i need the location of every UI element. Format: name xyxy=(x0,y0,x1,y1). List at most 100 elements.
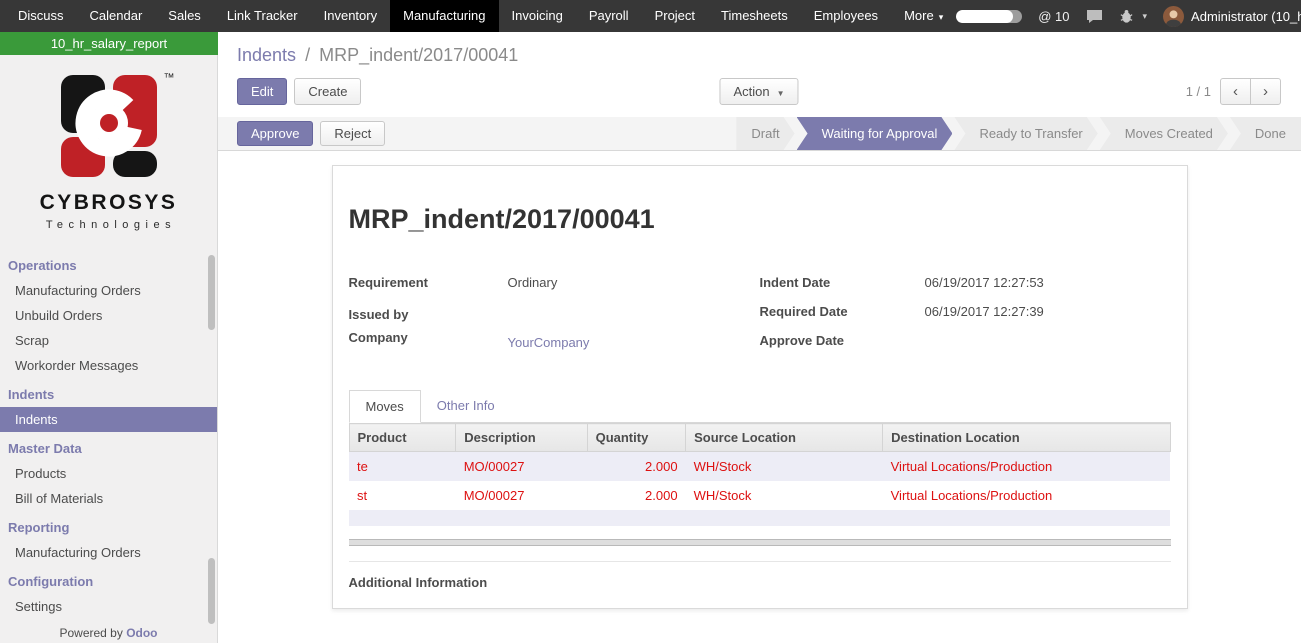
top-navbar: Discuss Calendar Sales Link Tracker Inve… xyxy=(0,0,1301,32)
chat-icon[interactable] xyxy=(1086,9,1103,24)
control-panel: Indents / MRP_indent/2017/00041 Edit Cre… xyxy=(218,32,1301,106)
powered-by: Powered by Odoo xyxy=(0,626,217,640)
menu-more[interactable]: More ▾ xyxy=(891,0,956,32)
table-row[interactable]: te MO/00027 2.000 WH/Stock Virtual Locat… xyxy=(349,452,1170,482)
field-label-indent-date: Indent Date xyxy=(760,275,925,294)
sidebar-item-workorder-messages[interactable]: Workorder Messages xyxy=(0,353,217,378)
progress-meter-fill xyxy=(956,10,1013,23)
sidebar-item-bill-of-materials[interactable]: Bill of Materials xyxy=(0,486,217,511)
chevron-down-icon: ▾ xyxy=(1143,11,1148,22)
status-step-waiting-for-approval[interactable]: Waiting for Approval xyxy=(797,117,953,150)
table-row[interactable]: st MO/00027 2.000 WH/Stock Virtual Locat… xyxy=(349,481,1170,510)
cell-quantity: 2.000 xyxy=(587,452,686,482)
menu-payroll[interactable]: Payroll xyxy=(576,0,642,32)
section-heading-indents: Indents xyxy=(0,378,217,407)
menu-inventory[interactable]: Inventory xyxy=(311,0,390,32)
record-title: MRP_indent/2017/00041 xyxy=(349,204,1171,235)
tab-moves[interactable]: Moves xyxy=(349,390,421,423)
field-value-required-date: 06/19/2017 12:27:39 xyxy=(925,304,1044,323)
column-header-destination-location[interactable]: Destination Location xyxy=(883,424,1170,452)
odoo-link[interactable]: Odoo xyxy=(126,626,157,640)
column-header-quantity[interactable]: Quantity xyxy=(587,424,686,452)
menu-sales[interactable]: Sales xyxy=(155,0,214,32)
brand-block: ™ CYBROSYS Technologies xyxy=(0,55,217,231)
chevron-down-icon: ▾ xyxy=(939,12,944,22)
field-label-approve-date: Approve Date xyxy=(760,333,925,352)
trademark: ™ xyxy=(164,72,175,84)
menu-more-label: More xyxy=(904,8,934,23)
status-bar: Approve Reject Draft Waiting for Approva… xyxy=(218,117,1301,151)
tab-other-info[interactable]: Other Info xyxy=(421,390,511,423)
menu-invoicing[interactable]: Invoicing xyxy=(499,0,576,32)
sidebar-item-settings[interactable]: Settings xyxy=(0,594,217,619)
at-icon: @ xyxy=(1038,9,1051,24)
menu-timesheets[interactable]: Timesheets xyxy=(708,0,801,32)
sidebar-item-indents[interactable]: Indents xyxy=(0,407,217,432)
status-step-label: Waiting for Approval xyxy=(822,126,938,141)
sidebar-item-manufacturing-orders-report[interactable]: Manufacturing Orders xyxy=(0,540,217,565)
field-value-indent-date: 06/19/2017 12:27:53 xyxy=(925,275,1044,294)
sidebar-item-unbuild-orders[interactable]: Unbuild Orders xyxy=(0,303,217,328)
status-step-label: Ready to Transfer xyxy=(979,126,1082,141)
menu-project[interactable]: Project xyxy=(642,0,708,32)
cell-source-location: WH/Stock xyxy=(686,452,883,482)
table-header-row: Product Description Quantity Source Loca… xyxy=(349,424,1170,452)
breadcrumb-current: MRP_indent/2017/00041 xyxy=(319,45,518,65)
company-banner: 10_hr_salary_report xyxy=(0,32,218,55)
menu-manufacturing[interactable]: Manufacturing xyxy=(390,0,498,32)
create-button[interactable]: Create xyxy=(294,78,361,105)
column-header-description[interactable]: Description xyxy=(456,424,587,452)
field-label-requirement: Requirement xyxy=(349,275,508,294)
sidebar-nav: Operations Manufacturing Orders Unbuild … xyxy=(0,249,217,619)
sidebar-item-products[interactable]: Products xyxy=(0,461,217,486)
action-label: Action xyxy=(733,84,769,99)
systray: @ 10 ▾ Administrator (10_hr_s... ▾ xyxy=(956,0,1301,32)
cell-description: MO/00027 xyxy=(456,452,587,482)
menu-discuss[interactable]: Discuss xyxy=(5,0,77,32)
sidebar-item-manufacturing-orders[interactable]: Manufacturing Orders xyxy=(0,278,217,303)
field-value-issued-by-company[interactable]: YourCompany xyxy=(508,335,590,350)
brand-name: CYBROSYS xyxy=(0,191,217,215)
status-step-label: Draft xyxy=(751,126,779,141)
menu-employees[interactable]: Employees xyxy=(801,0,891,32)
edit-button[interactable]: Edit xyxy=(237,78,287,105)
sidebar-scrollbar-thumb[interactable] xyxy=(208,255,215,330)
approve-button[interactable]: Approve xyxy=(237,121,313,146)
bug-menu[interactable]: ▾ xyxy=(1119,9,1148,24)
breadcrumb-separator: / xyxy=(305,45,310,65)
moves-table: Product Description Quantity Source Loca… xyxy=(349,423,1171,526)
sidebar-scrollbar-thumb[interactable] xyxy=(208,558,215,624)
status-step-label: Moves Created xyxy=(1125,126,1213,141)
column-header-source-location[interactable]: Source Location xyxy=(686,424,883,452)
status-step-draft[interactable]: Draft xyxy=(736,117,794,150)
cell-description: MO/00027 xyxy=(456,481,587,510)
column-header-product[interactable]: Product xyxy=(349,424,456,452)
field-label-issued-by-company: Issued by Company xyxy=(349,304,508,350)
notebook: Moves Other Info Product Description Qua… xyxy=(349,389,1171,546)
status-step-moves-created[interactable]: Moves Created xyxy=(1100,117,1228,150)
status-step-done[interactable]: Done xyxy=(1230,117,1301,150)
cell-destination-location: Virtual Locations/Production xyxy=(883,481,1170,510)
table-empty-row xyxy=(349,510,1170,526)
powered-by-text: Powered by xyxy=(59,626,122,640)
cybrosys-logo xyxy=(57,75,161,177)
sidebar-item-scrap[interactable]: Scrap xyxy=(0,328,217,353)
pager-next-button[interactable]: › xyxy=(1250,78,1281,105)
sidebar: ™ CYBROSYS Technologies Operations Manuf… xyxy=(0,55,218,643)
field-value-requirement: Ordinary xyxy=(508,275,558,294)
cell-product: st xyxy=(349,481,456,510)
breadcrumb-indents[interactable]: Indents xyxy=(237,45,296,65)
user-menu[interactable]: Administrator (10_hr_s... ▾ xyxy=(1163,6,1301,27)
reject-button[interactable]: Reject xyxy=(320,121,385,146)
status-step-ready-to-transfer[interactable]: Ready to Transfer xyxy=(954,117,1097,150)
menu-calendar[interactable]: Calendar xyxy=(77,0,156,32)
action-dropdown[interactable]: Action▼ xyxy=(719,78,798,105)
mention-counter[interactable]: @ 10 xyxy=(1038,9,1069,24)
bug-icon xyxy=(1119,9,1134,24)
pager-previous-button[interactable]: ‹ xyxy=(1220,78,1251,105)
horizontal-scrollbar[interactable] xyxy=(349,539,1171,546)
cell-quantity: 2.000 xyxy=(587,481,686,510)
user-name: Administrator (10_hr_s... xyxy=(1191,9,1301,24)
additional-information-heading: Additional Information xyxy=(349,561,1171,590)
menu-link-tracker[interactable]: Link Tracker xyxy=(214,0,311,32)
